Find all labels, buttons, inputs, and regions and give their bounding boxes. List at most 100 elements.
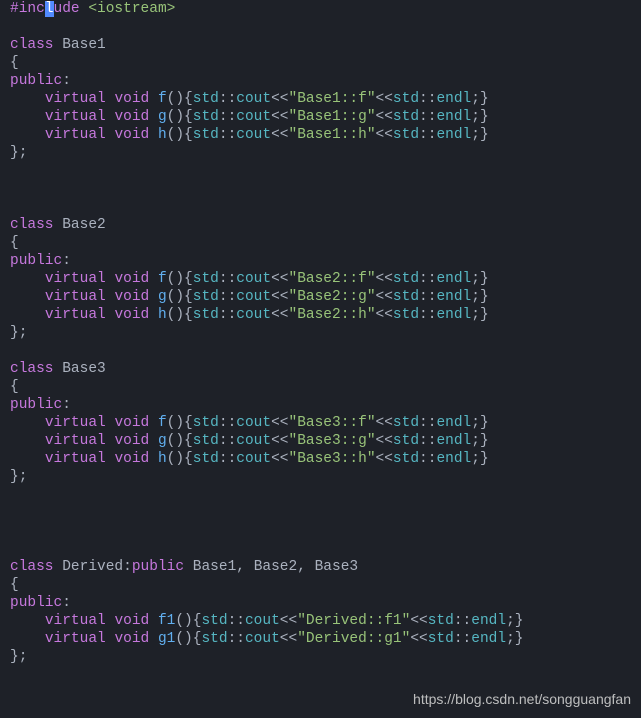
op-shift: << <box>410 613 427 629</box>
colon: : <box>62 595 71 611</box>
ns-std: std <box>393 433 419 449</box>
stmt-end: ;} <box>471 307 488 323</box>
kw-virtual: virtual <box>45 91 106 107</box>
kw-virtual: virtual <box>45 109 106 125</box>
op-scope: :: <box>419 271 436 287</box>
stmt-end: ;} <box>471 127 488 143</box>
op-scope: :: <box>419 91 436 107</box>
kw-virtual: virtual <box>45 451 106 467</box>
watermark-text: https://blog.csdn.net/songguangfan <box>413 690 631 708</box>
comma: , <box>236 559 253 575</box>
paren: (){ <box>167 307 193 323</box>
id-endl: endl <box>436 271 471 287</box>
kw-virtual: virtual <box>45 415 106 431</box>
ns-std: std <box>393 271 419 287</box>
ns-std: std <box>193 415 219 431</box>
ns-std: std <box>193 91 219 107</box>
ns-std: std <box>193 451 219 467</box>
op-shift: << <box>410 631 427 647</box>
kw-class: class <box>10 559 54 575</box>
kw-virtual: virtual <box>45 127 106 143</box>
editor-cursor: l <box>45 1 54 17</box>
ns-std: std <box>193 307 219 323</box>
code-block: #include <iostream> class Base1 { public… <box>0 0 641 666</box>
class-derived: Derived <box>62 559 123 575</box>
base-name: Base3 <box>315 559 359 575</box>
kw-void: void <box>114 289 149 305</box>
kw-public: public <box>10 397 62 413</box>
str: "Base3::h" <box>289 451 376 467</box>
stmt-end: ;} <box>471 451 488 467</box>
id-endl: endl <box>436 127 471 143</box>
op-scope: :: <box>419 451 436 467</box>
id-cout: cout <box>236 433 271 449</box>
op-scope: :: <box>228 631 245 647</box>
brace-open: { <box>10 55 19 71</box>
op-shift: << <box>376 127 393 143</box>
kw-public: public <box>10 253 62 269</box>
op-scope: :: <box>419 415 436 431</box>
ns-std: std <box>428 631 454 647</box>
colon: : <box>123 559 132 575</box>
op-shift: << <box>271 289 288 305</box>
paren: (){ <box>167 127 193 143</box>
kw-void: void <box>114 307 149 323</box>
id-endl: endl <box>471 631 506 647</box>
stmt-end: ;} <box>471 415 488 431</box>
ns-std: std <box>393 91 419 107</box>
kw-virtual: virtual <box>45 289 106 305</box>
paren: (){ <box>167 91 193 107</box>
ns-std: std <box>193 289 219 305</box>
stmt-end: ;} <box>471 271 488 287</box>
brace-close: }; <box>10 145 27 161</box>
paren: (){ <box>167 451 193 467</box>
kw-virtual: virtual <box>45 631 106 647</box>
op-shift: << <box>376 307 393 323</box>
stmt-end: ;} <box>471 433 488 449</box>
str: "Derived::f1" <box>297 613 410 629</box>
ns-std: std <box>393 307 419 323</box>
kw-class: class <box>10 217 54 233</box>
id-cout: cout <box>236 415 271 431</box>
str: "Base3::f" <box>289 415 376 431</box>
op-shift: << <box>376 91 393 107</box>
op-scope: :: <box>454 613 471 629</box>
id-endl: endl <box>436 307 471 323</box>
op-shift: << <box>280 613 297 629</box>
op-shift: << <box>376 271 393 287</box>
id-endl: endl <box>436 109 471 125</box>
op-shift: << <box>271 433 288 449</box>
id-cout: cout <box>236 91 271 107</box>
ns-std: std <box>393 415 419 431</box>
class-base1: Base1 <box>62 37 106 53</box>
op-shift: << <box>376 433 393 449</box>
kw-void: void <box>114 415 149 431</box>
colon: : <box>62 397 71 413</box>
kw-void: void <box>114 451 149 467</box>
brace-open: { <box>10 379 19 395</box>
str: "Base3::g" <box>289 433 376 449</box>
base-name: Base1 <box>193 559 237 575</box>
ns-std: std <box>201 631 227 647</box>
kw-virtual: virtual <box>45 433 106 449</box>
kw-void: void <box>114 127 149 143</box>
op-scope: :: <box>219 91 236 107</box>
kw-virtual: virtual <box>45 613 106 629</box>
brace-close: }; <box>10 469 27 485</box>
kw-void: void <box>114 433 149 449</box>
kw-void: void <box>114 631 149 647</box>
id-cout: cout <box>236 271 271 287</box>
stmt-end: ;} <box>506 631 523 647</box>
func-h: h <box>158 451 167 467</box>
op-shift: << <box>271 415 288 431</box>
preproc-rest: ude <box>54 1 80 17</box>
ns-std: std <box>193 109 219 125</box>
kw-void: void <box>114 271 149 287</box>
op-shift: << <box>376 451 393 467</box>
paren: (){ <box>167 109 193 125</box>
op-shift: << <box>376 109 393 125</box>
op-scope: :: <box>419 109 436 125</box>
op-shift: << <box>271 109 288 125</box>
brace-close: }; <box>10 649 27 665</box>
brace-close: }; <box>10 325 27 341</box>
